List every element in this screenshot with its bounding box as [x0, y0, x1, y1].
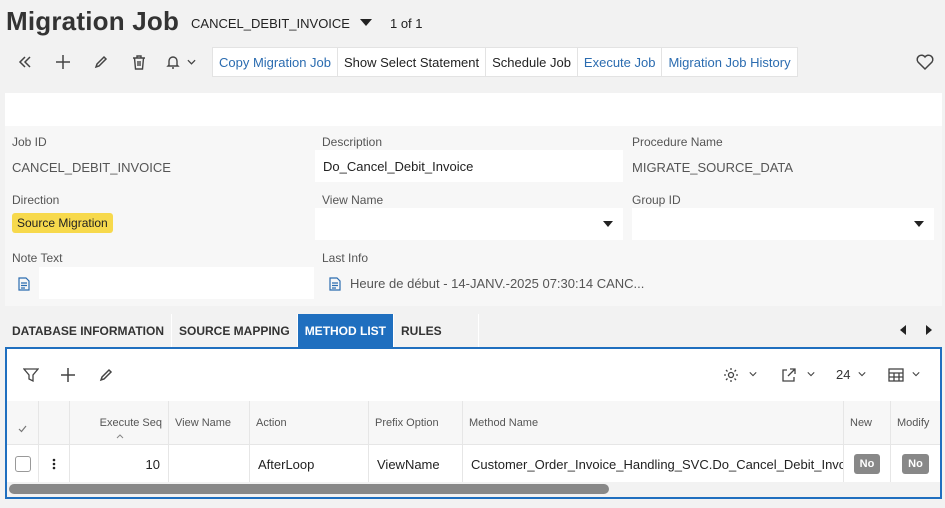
column-header-modify[interactable]: Modify — [891, 401, 940, 445]
last-info-document-icon[interactable] — [329, 277, 341, 291]
settings-chevron-down-icon[interactable] — [749, 371, 757, 377]
tab-prev-icon[interactable] — [898, 324, 908, 336]
description-label: Description — [322, 135, 383, 149]
favorite-heart-icon[interactable] — [915, 52, 935, 72]
method-name-header-label: Method Name — [469, 417, 539, 429]
new-header-label: New — [850, 417, 873, 429]
command-group: Copy Migration Job Show Select Statement… — [212, 47, 798, 77]
edit-row-icon[interactable] — [98, 367, 114, 383]
detail-form: Job ID CANCEL_DEBIT_INVOICE Description … — [5, 93, 942, 306]
notification-menu[interactable] — [162, 47, 202, 77]
filter-icon[interactable] — [23, 367, 39, 383]
bell-icon[interactable] — [162, 47, 184, 77]
add-row-icon[interactable] — [60, 367, 76, 383]
chevron-down-icon[interactable] — [187, 59, 196, 65]
direction-label: Direction — [12, 193, 60, 207]
group-id-label: Group ID — [632, 193, 681, 207]
modify-status-badge: No — [902, 454, 929, 474]
new-status-badge: No — [853, 454, 881, 474]
procedure-name-value: MIGRATE_SOURCE_DATA — [632, 160, 794, 175]
pencil-icon[interactable] — [86, 47, 116, 77]
group-id-select[interactable] — [632, 208, 934, 240]
column-header-method-name[interactable]: Method Name — [463, 401, 844, 445]
view-name-cell — [169, 445, 250, 483]
action-cell: AfterLoop — [250, 445, 369, 483]
job-id-label: Job ID — [12, 135, 47, 149]
record-count: 1 of 1 — [389, 15, 423, 31]
direction-badge: Source Migration — [12, 213, 113, 233]
toolbar: Copy Migration Job Show Select Statement… — [10, 47, 798, 77]
note-text-label: Note Text — [12, 251, 63, 265]
kebab-menu-icon[interactable] — [52, 458, 56, 470]
table-row[interactable]: 10 AfterLoop ViewName Customer_Order_Inv… — [7, 445, 940, 483]
column-header-new[interactable]: New — [844, 401, 891, 445]
view-name-label: View Name — [322, 193, 384, 207]
layout-chevron-down-icon[interactable] — [912, 371, 920, 377]
select-all-check-icon[interactable] — [7, 401, 39, 445]
procedure-name-label: Procedure Name — [632, 135, 723, 149]
column-header-prefix-option[interactable]: Prefix Option — [369, 401, 463, 445]
last-info-label: Last Info — [322, 251, 369, 265]
collapse-icon[interactable] — [10, 47, 40, 77]
description-value: Do_Cancel_Debit_Invoice — [323, 158, 474, 174]
new-cell: No — [844, 445, 891, 483]
tab-source-mapping[interactable]: SOURCE MAPPING — [172, 314, 298, 347]
plus-icon[interactable] — [48, 47, 78, 77]
method-list-panel: 24 Execute Seq View Name Action Prefix O… — [5, 347, 942, 499]
column-header-action[interactable]: Action — [250, 401, 369, 445]
execute-job-button[interactable]: Execute Job — [578, 48, 663, 76]
list-toolbar: 24 — [7, 349, 940, 401]
column-header-view-name[interactable]: View Name — [169, 401, 250, 445]
schedule-job-button[interactable]: Schedule Job — [486, 48, 578, 76]
prefix-option-cell: ViewName — [369, 445, 463, 483]
view-name-select[interactable] — [315, 208, 623, 240]
job-id-value: CANCEL_DEBIT_INVOICE — [12, 160, 171, 175]
copy-migration-job-button[interactable]: Copy Migration Job — [213, 48, 338, 76]
method-name-cell: Customer_Order_Invoice_Handling_SVC.Do_C… — [463, 445, 844, 483]
action-header-label: Action — [256, 417, 287, 429]
note-text-field[interactable] — [39, 267, 314, 299]
tab-rules[interactable]: RULES — [394, 314, 479, 347]
modify-cell: No — [891, 445, 940, 483]
column-header-execute-seq[interactable]: Execute Seq — [70, 401, 169, 445]
table-layout-icon[interactable] — [888, 367, 904, 383]
sort-asc-icon[interactable] — [116, 434, 124, 439]
row-menu-header — [39, 401, 70, 445]
migration-job-history-button[interactable]: Migration Job History — [662, 48, 796, 76]
tab-method-list[interactable]: METHOD LIST — [297, 314, 395, 347]
tab-next-icon[interactable] — [924, 324, 934, 336]
view-name-header-label: View Name — [175, 417, 232, 429]
page-size-selector[interactable]: 24 — [836, 367, 850, 382]
prefix-option-header-label: Prefix Option — [375, 417, 439, 429]
record-selector-caret-icon[interactable] — [359, 18, 372, 26]
row-select-cell — [7, 445, 39, 483]
horizontal-scrollbar[interactable] — [9, 484, 609, 494]
row-menu-cell — [39, 445, 70, 483]
page-title: Migration Job — [6, 5, 180, 36]
note-document-icon[interactable] — [18, 277, 30, 291]
execute-seq-cell: 10 — [70, 445, 169, 483]
view-name-caret-icon[interactable] — [603, 221, 613, 227]
export-chevron-down-icon[interactable] — [807, 371, 815, 377]
settings-gear-icon[interactable] — [723, 367, 739, 383]
group-id-caret-icon[interactable] — [914, 221, 924, 227]
show-select-statement-button[interactable]: Show Select Statement — [338, 48, 487, 76]
execute-seq-header-label: Execute Seq — [99, 417, 162, 429]
modify-header-label: Modify — [897, 417, 930, 429]
tab-database-information[interactable]: DATABASE INFORMATION — [5, 314, 172, 347]
tab-bar: DATABASE INFORMATION SOURCE MAPPING METH… — [5, 314, 479, 347]
record-selector[interactable]: CANCEL_DEBIT_INVOICE — [191, 16, 350, 31]
trash-icon[interactable] — [124, 47, 154, 77]
description-field[interactable]: Do_Cancel_Debit_Invoice — [315, 150, 623, 182]
last-info-value: Heure de début - 14-JANV.-2025 07:30:14 … — [350, 276, 645, 291]
export-icon[interactable] — [781, 367, 797, 383]
row-checkbox[interactable] — [14, 456, 31, 472]
grid-header: Execute Seq View Name Action Prefix Opti… — [7, 401, 940, 445]
page-header: Migration Job CANCEL_DEBIT_INVOICE 1 of … — [6, 4, 423, 38]
page-size-chevron-down-icon[interactable] — [858, 371, 866, 377]
